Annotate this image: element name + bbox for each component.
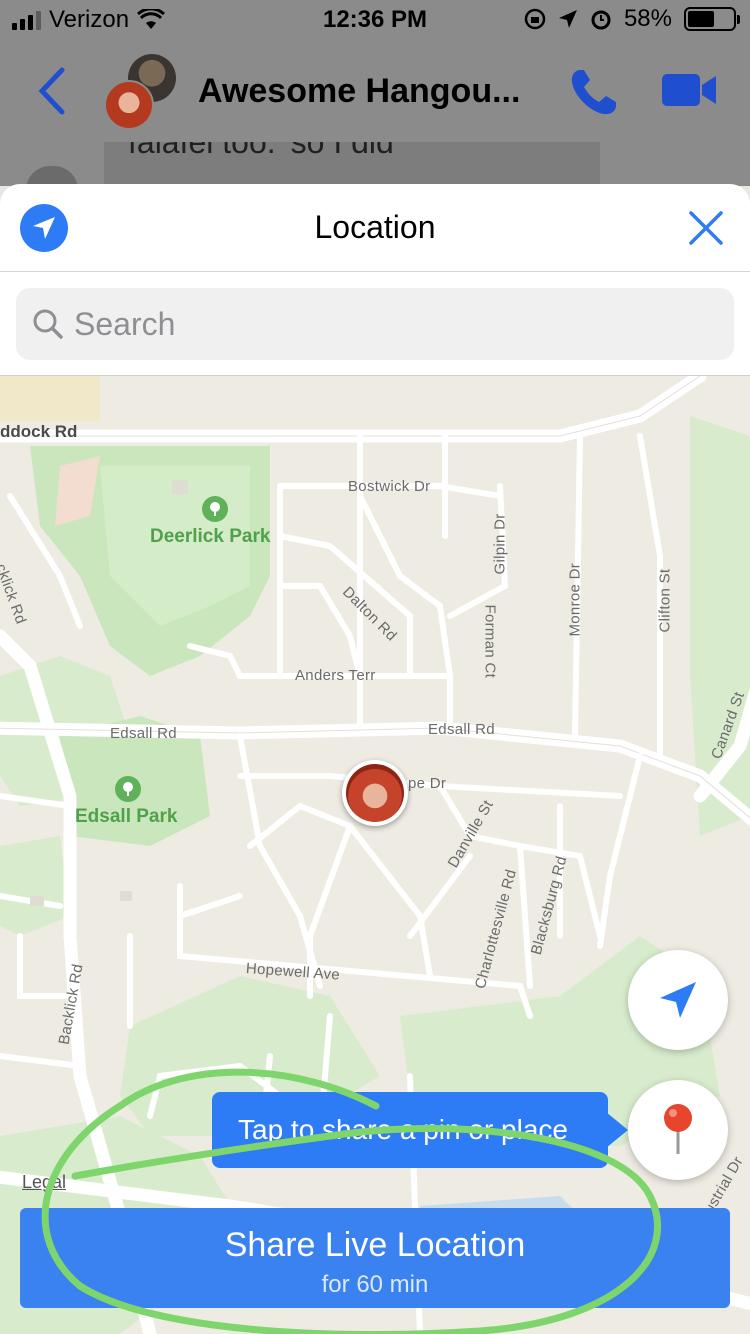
user-location-avatar[interactable] xyxy=(342,760,408,826)
alarm-icon xyxy=(591,10,611,30)
map-pin-icon xyxy=(664,1104,692,1154)
location-services-icon xyxy=(558,10,577,28)
chat-header: Awesome Hangou... xyxy=(0,42,750,142)
location-sheet-header: Location xyxy=(0,184,750,272)
rotation-lock-icon xyxy=(524,8,546,30)
group-avatar[interactable] xyxy=(102,54,182,130)
back-chevron-icon[interactable] xyxy=(36,66,66,116)
status-bar: Verizon 12:36 PM 58% xyxy=(0,0,750,42)
map-view[interactable]: ddock Rd Bostwick Dr Gilpin Dr Dalton Rd… xyxy=(0,376,750,1334)
legal-link[interactable]: Legal xyxy=(22,1172,66,1193)
park-label: Deerlick Park xyxy=(150,526,271,547)
close-icon[interactable] xyxy=(686,208,726,248)
search-bar-container xyxy=(0,272,750,376)
phone-call-icon[interactable] xyxy=(566,66,620,120)
tree-icon xyxy=(202,496,228,522)
park-label: Edsall Park xyxy=(75,806,178,827)
location-arrow-icon xyxy=(660,982,696,1018)
message-bubble: falafel too.' so I did xyxy=(104,142,600,186)
street-label: Clifton St xyxy=(656,568,674,633)
search-box[interactable] xyxy=(16,288,734,360)
street-label: Forman Ct xyxy=(481,604,499,679)
street-label: ddock Rd xyxy=(0,422,78,441)
street-label: Edsall Rd xyxy=(110,725,177,742)
street-label: Bostwick Dr xyxy=(348,478,431,495)
share-live-location-button[interactable]: Share Live Location for 60 min xyxy=(20,1208,730,1308)
pin-tooltip: Tap to share a pin or place xyxy=(212,1092,608,1168)
map-base xyxy=(0,376,750,1334)
video-call-icon[interactable] xyxy=(660,72,718,108)
tree-icon xyxy=(115,776,141,802)
search-input[interactable] xyxy=(74,288,714,360)
recenter-button[interactable] xyxy=(628,950,728,1050)
search-icon xyxy=(33,309,63,339)
share-button-duration: for 60 min xyxy=(321,1271,429,1298)
street-label: Anders Terr xyxy=(295,667,376,684)
street-label: Gilpin Dr xyxy=(491,513,509,575)
battery-percent: 58% xyxy=(623,5,672,32)
drop-pin-button[interactable] xyxy=(628,1080,728,1180)
tooltip-arrow xyxy=(606,1112,628,1148)
message-text: falafel too.' so I did xyxy=(128,142,394,160)
street-label: Monroe Dr xyxy=(566,562,584,637)
share-button-label: Share Live Location xyxy=(224,1226,526,1264)
battery-icon xyxy=(684,7,740,31)
street-label: Edsall Rd xyxy=(428,721,495,738)
street-label: pe Dr xyxy=(408,775,447,792)
sheet-title: Location xyxy=(314,209,436,245)
chat-title[interactable]: Awesome Hangou... xyxy=(198,72,520,111)
